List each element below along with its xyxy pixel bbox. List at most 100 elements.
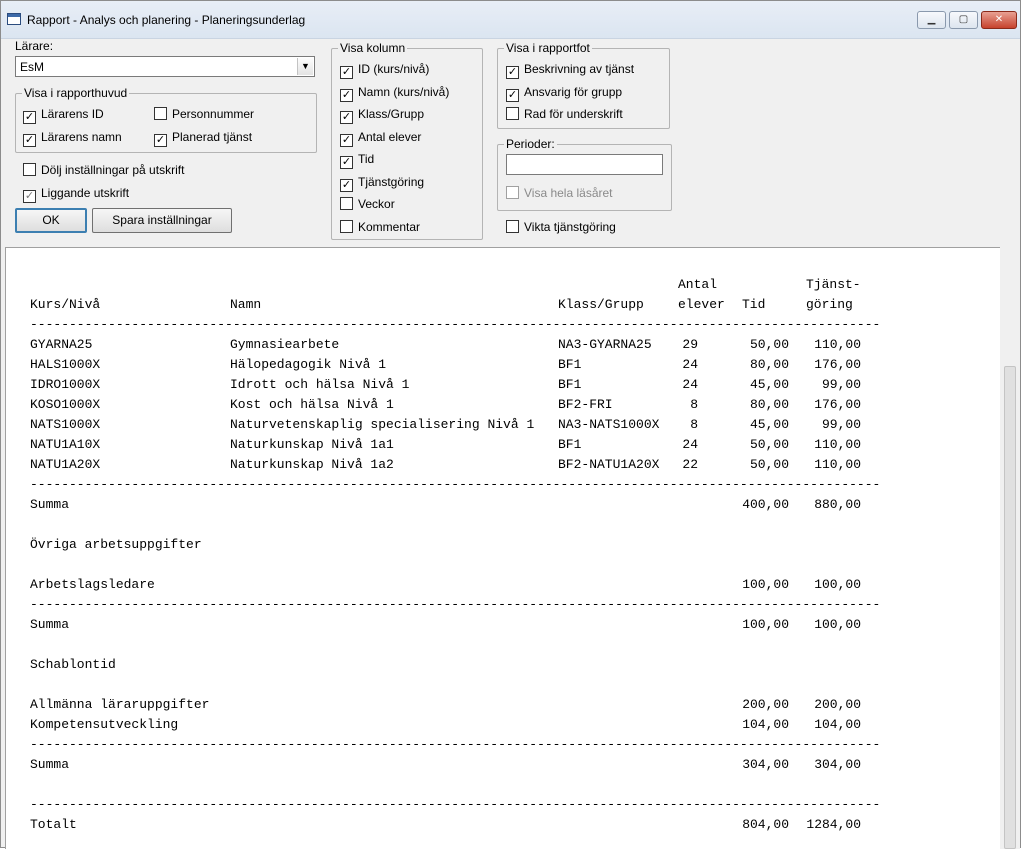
course-group: NA3-NATS1000X (558, 417, 660, 432)
other-row-time: 100,00 (742, 577, 789, 592)
checkbox-box[interactable]: ✓ (340, 89, 353, 102)
checkbox-col-students[interactable]: ✓ Antal elever (340, 130, 421, 147)
checkbox-box[interactable]: ✓ (340, 179, 353, 192)
checkbox-box[interactable]: ✓ (340, 111, 353, 124)
sum3-time: 304,00 (742, 757, 789, 772)
chevron-down-icon[interactable]: ▼ (297, 58, 313, 75)
course-service: 176,00 (814, 357, 861, 372)
checkbox-col-id[interactable]: ✓ ID (kurs/nivå) (340, 62, 429, 79)
course-id: GYARNA25 (30, 337, 93, 352)
checkbox-service-description[interactable]: ✓ Beskrivning av tjänst (506, 62, 634, 79)
course-group: NA3-GYARNA25 (558, 337, 652, 352)
teacher-select[interactable]: EsM ▼ (15, 56, 315, 77)
course-id: IDRO1000X (30, 377, 101, 392)
checkbox-box[interactable] (23, 163, 36, 176)
checkbox-hide-settings[interactable]: Dölj inställningar på utskrift (23, 163, 184, 179)
course-service: 110,00 (814, 457, 861, 472)
checkbox-teacher-name[interactable]: ✓ Lärarens namn (23, 130, 122, 147)
checkbox-box[interactable]: ✓ (340, 134, 353, 147)
close-button[interactable]: ✕ (981, 11, 1017, 29)
ok-button[interactable]: OK (15, 208, 87, 233)
course-students: 8 (690, 417, 698, 432)
report-separator: ----------------------------------------… (30, 317, 881, 332)
sum1-service: 880,00 (814, 497, 861, 512)
course-students: 29 (682, 337, 698, 352)
checkbox-signature-line[interactable]: Rad för underskrift (506, 107, 623, 123)
course-time: 50,00 (749, 337, 789, 352)
header-namn: Namn (230, 297, 262, 312)
save-settings-button[interactable]: Spara inställningar (92, 208, 232, 233)
course-time: 45,00 (749, 417, 789, 432)
checkbox-box[interactable]: ✓ (23, 134, 36, 147)
checkbox-col-weeks[interactable]: Veckor (340, 197, 395, 213)
other-row-label: Arbetslagsledare (30, 577, 155, 592)
checkbox-personal-number[interactable]: Personnummer (154, 107, 254, 123)
footer-options-title: Visa i rapportfot (504, 41, 592, 55)
course-name: Naturvetenskaplig specialisering Nivå 1 (230, 417, 535, 432)
maximize-button[interactable]: ▢ (949, 11, 978, 29)
course-name: Naturkunskap Nivå 1a1 (230, 437, 394, 452)
total-service: 1284,00 (806, 817, 861, 832)
checkbox-box[interactable]: ✓ (23, 111, 36, 124)
minimize-button[interactable]: ▁ (917, 11, 946, 29)
checkbox-landscape[interactable]: ✓ Liggande utskrift (23, 186, 129, 203)
report-separator: ----------------------------------------… (30, 797, 881, 812)
checkbox-col-time[interactable]: ✓ Tid (340, 152, 374, 169)
template-title: Schablontid (30, 657, 116, 672)
course-students: 8 (690, 397, 698, 412)
course-students: 22 (682, 457, 698, 472)
checkbox-box[interactable]: ✓ (506, 66, 519, 79)
checkbox-planned-service[interactable]: ✓ Planerad tjänst (154, 130, 252, 147)
checkbox-box[interactable]: ✓ (506, 89, 519, 102)
course-id: NATU1A10X (30, 437, 101, 452)
periods-input[interactable] (506, 154, 663, 175)
course-group: BF1 (558, 437, 582, 452)
total-label: Totalt (30, 817, 77, 832)
header-kurs: Kurs/Nivå (30, 297, 101, 312)
template-row-time: 200,00 (742, 697, 789, 712)
checkbox-box[interactable] (506, 107, 519, 120)
checkbox-box[interactable]: ✓ (340, 156, 353, 169)
course-group: BF2-NATU1A20X (558, 457, 660, 472)
sum3-label: Summa (30, 757, 70, 772)
header-tid: Tid (742, 297, 766, 312)
checkbox-teacher-id[interactable]: ✓ Lärarens ID (23, 107, 104, 124)
course-id: NATS1000X (30, 417, 101, 432)
template-row-service: 200,00 (814, 697, 861, 712)
checkbox-col-comment[interactable]: Kommentar (340, 220, 420, 236)
report-window: Rapport - Analys och planering - Planeri… (0, 0, 1021, 849)
checkbox-box[interactable]: ✓ (154, 134, 167, 147)
course-service: 110,00 (814, 437, 861, 452)
checkbox-weight-service[interactable]: Vikta tjänstgöring (506, 220, 616, 236)
checkbox-box[interactable] (506, 186, 519, 199)
sum3-service: 304,00 (814, 757, 861, 772)
checkbox-group-responsible[interactable]: ✓ Ansvarig för grupp (506, 85, 622, 102)
course-name: Naturkunskap Nivå 1a2 (230, 457, 394, 472)
sum1-label: Summa (30, 497, 70, 512)
header-antal-top: Antal (678, 277, 718, 292)
checkbox-box[interactable] (154, 107, 167, 120)
course-time: 50,00 (749, 437, 789, 452)
checkbox-box[interactable]: ✓ (340, 66, 353, 79)
checkbox-box[interactable] (506, 220, 519, 233)
header-antal-bottom: elever (678, 297, 725, 312)
sum2-label: Summa (30, 617, 70, 632)
report-preview: Antal Tjänst- Kurs/Nivå Namn Klass/Grupp… (5, 247, 1000, 849)
checkbox-box[interactable]: ✓ (23, 190, 36, 203)
course-service: 99,00 (821, 417, 861, 432)
checkbox-box[interactable] (340, 220, 353, 233)
course-service: 176,00 (814, 397, 861, 412)
sum1-time: 400,00 (742, 497, 789, 512)
scrollbar-thumb[interactable] (1004, 366, 1016, 849)
checkbox-whole-year[interactable]: Visa hela läsåret (506, 186, 613, 202)
total-time: 804,00 (742, 817, 789, 832)
checkbox-box[interactable] (340, 197, 353, 210)
checkbox-col-name[interactable]: ✓ Namn (kurs/nivå) (340, 85, 449, 102)
template-row-label: Allmänna läraruppgifter (30, 697, 210, 712)
template-row-label: Kompetensutveckling (30, 717, 179, 732)
course-students: 24 (682, 437, 698, 452)
periods-group-title: Perioder: (504, 137, 557, 151)
checkbox-col-class[interactable]: ✓ Klass/Grupp (340, 107, 424, 124)
checkbox-col-service[interactable]: ✓ Tjänstgöring (340, 175, 424, 192)
course-time: 50,00 (749, 457, 789, 472)
